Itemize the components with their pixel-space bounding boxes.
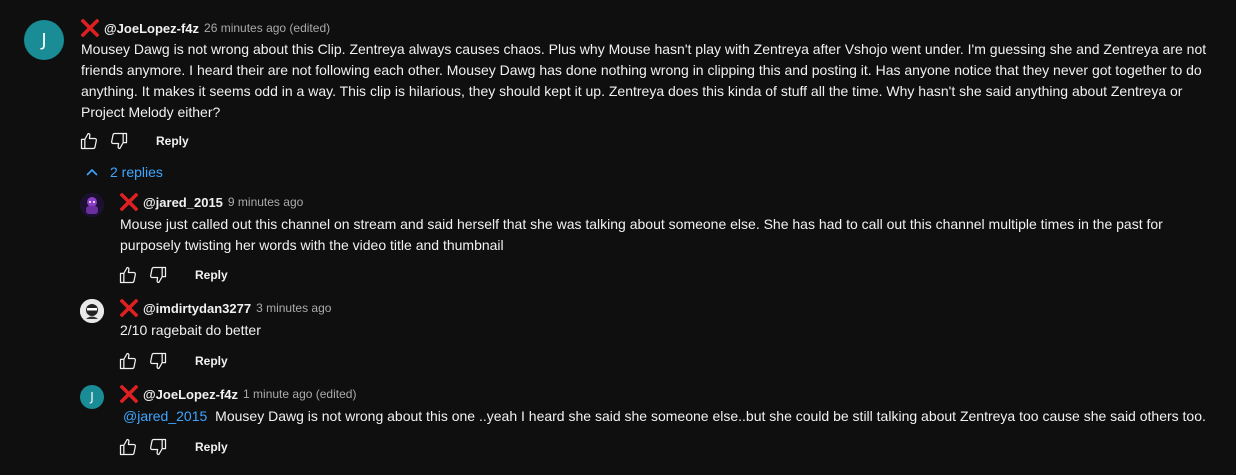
chevron-up-icon [86,168,98,176]
avatar-image-icon [80,193,104,217]
reply-author[interactable]: @JoeLopez-f4z [143,387,238,402]
mention-link[interactable]: @jared_2015 [123,408,207,424]
avatar[interactable]: J [24,20,64,60]
x-mark-icon [120,385,138,403]
reply-actions: Reply [118,265,228,285]
replies-toggle[interactable]: 2 replies [84,164,163,180]
comment-text: Mousey Dawg is not wrong about this Clip… [81,41,1207,120]
like-icon[interactable] [118,351,138,371]
comment-author[interactable]: @JoeLopez-f4z [104,21,199,36]
comment-time[interactable]: 26 minutes ago (edited) [204,21,330,35]
reply-text-content: Mousey Dawg is not wrong about this one … [215,408,1206,424]
dislike-icon[interactable] [148,351,168,371]
x-mark-icon [120,299,138,317]
reply-actions: Reply [118,437,228,457]
comment-actions: Reply [79,131,189,151]
reply-button[interactable]: Reply [195,268,228,282]
reply-time[interactable]: 1 minute ago (edited) [243,387,356,401]
comment-header: @JoeLopez-f4z 26 minutes ago (edited) [81,19,330,37]
reply-button[interactable]: Reply [195,440,228,454]
x-mark-icon [120,193,138,211]
dislike-icon[interactable] [109,131,129,151]
reply-text: @jared_2015 Mousey Dawg is not wrong abo… [120,406,1220,427]
replies-count: 2 replies [110,164,163,180]
reply-text: Mouse just called out this channel on st… [120,216,1163,253]
reply-button[interactable]: Reply [195,354,228,368]
avatar[interactable] [80,299,104,323]
like-icon[interactable] [79,131,99,151]
like-icon[interactable] [118,437,138,457]
dislike-icon[interactable] [148,265,168,285]
reply-header: @JoeLopez-f4z 1 minute ago (edited) [120,385,356,403]
reply-author[interactable]: @imdirtydan3277 [143,301,251,316]
reply-author[interactable]: @jared_2015 [143,195,223,210]
avatar[interactable]: J [80,385,104,409]
avatar-image-icon [80,299,104,323]
avatar[interactable] [80,193,104,217]
reply-time[interactable]: 3 minutes ago [256,301,331,315]
reply-actions: Reply [118,351,228,371]
reply-text: 2/10 ragebait do better [120,322,261,338]
x-mark-icon [81,19,99,37]
reply-header: @imdirtydan3277 3 minutes ago [120,299,331,317]
like-icon[interactable] [118,265,138,285]
reply-button[interactable]: Reply [156,134,189,148]
reply-time[interactable]: 9 minutes ago [228,195,303,209]
reply-header: @jared_2015 9 minutes ago [120,193,303,211]
dislike-icon[interactable] [148,437,168,457]
